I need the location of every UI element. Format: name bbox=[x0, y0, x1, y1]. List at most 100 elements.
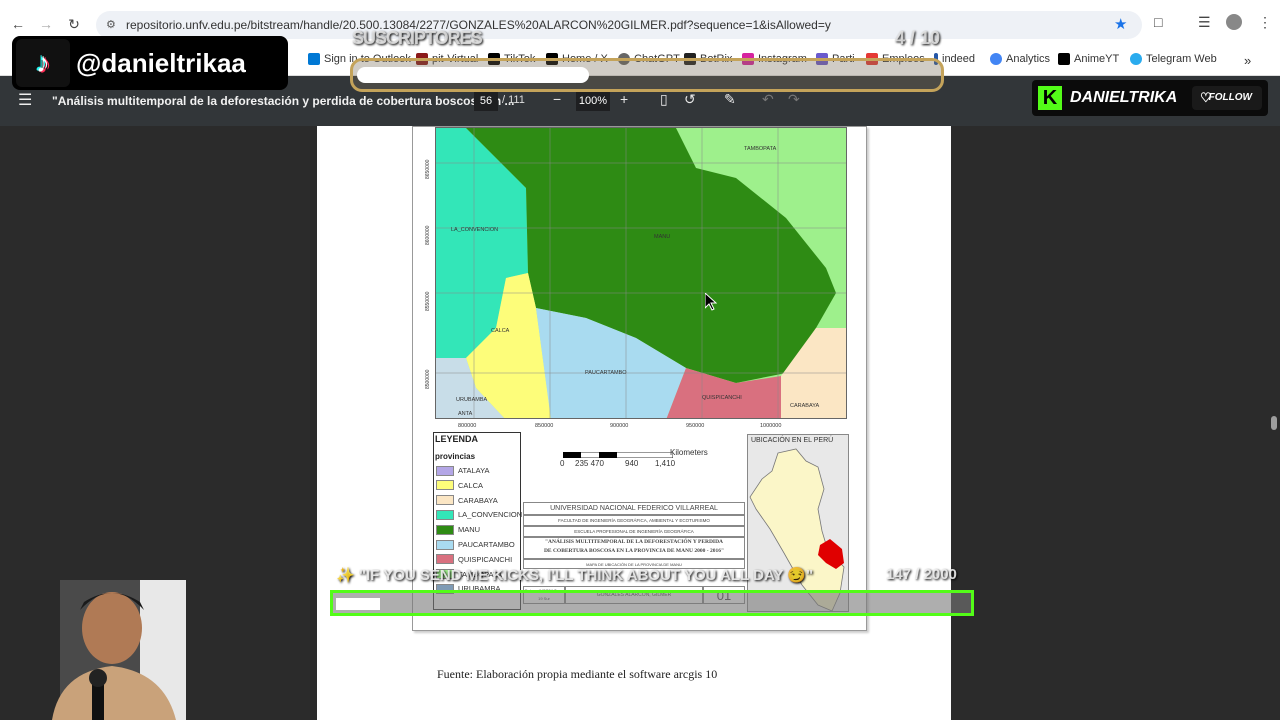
y-tick: 8650000 bbox=[425, 159, 431, 179]
bookmark-animeyt[interactable]: AnimeYT bbox=[1058, 53, 1119, 65]
map-svg bbox=[436, 128, 846, 418]
y-tick: 8500000 bbox=[425, 369, 431, 389]
legend-swatch bbox=[436, 509, 454, 520]
extensions-icon[interactable]: □ bbox=[1154, 14, 1162, 30]
zoom-in-icon[interactable]: + bbox=[620, 91, 628, 107]
reload-icon[interactable]: ↻ bbox=[64, 14, 84, 34]
zoom-out-icon[interactable]: − bbox=[553, 91, 561, 107]
kick-channel-name: DANIELTRIKA bbox=[1070, 89, 1178, 106]
rotate-icon[interactable]: ↺ bbox=[684, 91, 696, 108]
pdf-scrollbar[interactable] bbox=[1268, 126, 1280, 720]
legend-swatch bbox=[436, 539, 454, 550]
university-name: UNIVERSIDAD NACIONAL FEDERICO VILLARREAL bbox=[523, 502, 745, 515]
pdf-menu-icon[interactable]: ☰ bbox=[18, 90, 32, 110]
bookmark-label: Telegram Web bbox=[1146, 53, 1217, 65]
legend-swatch bbox=[436, 480, 454, 491]
map-label-carabaya: CARABAYA bbox=[790, 403, 820, 409]
legend-label: PAUCARTAMBO bbox=[458, 540, 515, 549]
map-label-urubamba: URUBAMBA bbox=[456, 397, 488, 403]
legend-item: CARABAYA bbox=[436, 495, 498, 506]
legend-title: LEYENDA bbox=[435, 434, 479, 444]
y-tick: 8550000 bbox=[425, 291, 431, 311]
zoom-input[interactable]: 100% bbox=[576, 91, 610, 111]
legend-swatch bbox=[436, 495, 454, 506]
legend-label: QUISPICANCHI bbox=[458, 554, 513, 564]
kick-logo-icon: K bbox=[1038, 86, 1062, 110]
kick-follow-badge: K DANIELTRIKA ♡ FOLLOW bbox=[1032, 80, 1268, 116]
subscribers-goal-label: SUSCRIPTORES bbox=[352, 28, 483, 48]
map-figure: TAMBOPATA LA_CONVENCION MANU CALCA PAUCA… bbox=[412, 126, 867, 631]
scale-units: Kilometers bbox=[670, 448, 708, 457]
back-icon[interactable]: ← bbox=[8, 14, 28, 34]
subscribers-goal-fill bbox=[357, 67, 589, 83]
site-info-icon[interactable]: ⚙ bbox=[106, 18, 116, 31]
x-tick: 800000 bbox=[458, 423, 477, 429]
forward-icon[interactable]: → bbox=[36, 14, 56, 34]
subscribers-goal-count: 4 / 10 bbox=[895, 28, 941, 48]
bookmark-telegram[interactable]: Telegram Web bbox=[1130, 53, 1217, 65]
map-label-calca: CALCA bbox=[491, 328, 510, 334]
bookmark-label: Analytics bbox=[1006, 53, 1051, 65]
legend-item: PAUCARTAMBO bbox=[436, 539, 515, 550]
bookmark-star-icon[interactable]: ★ bbox=[1114, 15, 1127, 33]
map-label-manu: MANU bbox=[654, 234, 671, 240]
legend-item: ATALAYA bbox=[436, 465, 490, 476]
inset-title: UBICACIÓN EN EL PERÚ bbox=[751, 437, 834, 444]
legend-item: LA_CONVENCION bbox=[436, 509, 522, 520]
map-label-la-convencion: LA_CONVENCION bbox=[451, 227, 499, 233]
pdf-page: TAMBOPATA LA_CONVENCION MANU CALCA PAUCA… bbox=[317, 126, 951, 720]
undo-icon[interactable]: ↶ bbox=[762, 91, 774, 108]
map-label-tambopata: TAMBOPATA bbox=[744, 146, 777, 152]
pdf-title: "Análisis multitemporal de la deforestac… bbox=[52, 94, 515, 108]
mouse-cursor-icon bbox=[705, 293, 717, 311]
page-number-input[interactable]: 56 bbox=[474, 91, 498, 111]
legend-swatch bbox=[436, 524, 454, 535]
youtube-icon bbox=[1058, 53, 1070, 65]
scale-bar bbox=[563, 452, 673, 458]
fit-page-icon[interactable]: ▯ bbox=[660, 91, 668, 108]
map-label-quispicanchi: QUISPICANCHI bbox=[702, 395, 742, 401]
bookmark-label: AnimeYT bbox=[1074, 53, 1120, 65]
telegram-icon bbox=[1130, 53, 1142, 65]
legend-item: CALCA bbox=[436, 480, 483, 491]
study-title-line1: "ANÁLISIS MULTITEMPORAL DE LA DEFORESTAC… bbox=[544, 539, 724, 545]
legend-label: MANU bbox=[458, 525, 481, 535]
faculty-name: FACULTAD DE INGENIERÍA GEOGRÁFICA, AMBIE… bbox=[523, 515, 745, 526]
follow-label: FOLLOW bbox=[1208, 92, 1252, 103]
figure-source-caption: Fuente: Elaboración propia mediante el s… bbox=[437, 667, 718, 681]
analytics-icon bbox=[990, 53, 1002, 65]
tiktok-handle: @danieltrikaa bbox=[76, 48, 246, 78]
annotate-icon[interactable]: ✎ bbox=[724, 91, 736, 108]
browser-menu-icon[interactable]: ⋮ bbox=[1258, 14, 1272, 31]
bookmark-label: indeed bbox=[942, 53, 976, 65]
pdf-viewport[interactable]: TAMBOPATA LA_CONVENCION MANU CALCA PAUCA… bbox=[0, 126, 1268, 720]
legend-label: LA_CONVENCION bbox=[458, 510, 523, 520]
study-title: "ANÁLISIS MULTITEMPORAL DE LA DEFORESTAC… bbox=[523, 537, 745, 559]
y-tick: 8600000 bbox=[425, 225, 431, 245]
x-tick: 1000000 bbox=[760, 423, 782, 429]
legend-label: CARABAYA bbox=[458, 495, 498, 505]
kicks-goal-count: 147 / 2000 bbox=[886, 566, 957, 583]
profile-avatar[interactable] bbox=[1226, 14, 1242, 30]
kicks-goal-bar bbox=[330, 590, 974, 616]
redo-icon[interactable]: ↷ bbox=[788, 91, 800, 108]
map-label-paucartambo: PAUCARTAMBO bbox=[585, 370, 627, 376]
scale-label: 235 470 bbox=[575, 459, 604, 468]
legend-swatch bbox=[436, 554, 454, 565]
heart-icon: ♡ bbox=[1200, 90, 1212, 105]
legend-subtitle: provincias bbox=[435, 452, 476, 461]
more-bookmarks-icon[interactable]: » bbox=[1244, 53, 1251, 68]
map-label-anta: ANTA bbox=[458, 411, 473, 417]
kick-follow-button[interactable]: ♡ FOLLOW bbox=[1192, 86, 1262, 110]
media-control-icon[interactable]: ☰ bbox=[1198, 14, 1211, 31]
peru-location-inset: UBICACIÓN EN EL PERÚ bbox=[747, 434, 849, 612]
scale-label: 1,410 bbox=[655, 459, 676, 468]
page-total: / 111 bbox=[502, 94, 525, 106]
scrollbar-thumb[interactable] bbox=[1271, 416, 1277, 430]
address-bar[interactable]: ⚙ repositorio.unfv.edu.pe/bitstream/hand… bbox=[96, 11, 1142, 39]
x-tick: 850000 bbox=[535, 423, 554, 429]
subscribers-goal-bar bbox=[350, 58, 944, 92]
bookmark-analytics[interactable]: Analytics bbox=[990, 53, 1050, 65]
scale-label: 0 bbox=[560, 459, 565, 468]
legend-swatch bbox=[436, 465, 454, 476]
